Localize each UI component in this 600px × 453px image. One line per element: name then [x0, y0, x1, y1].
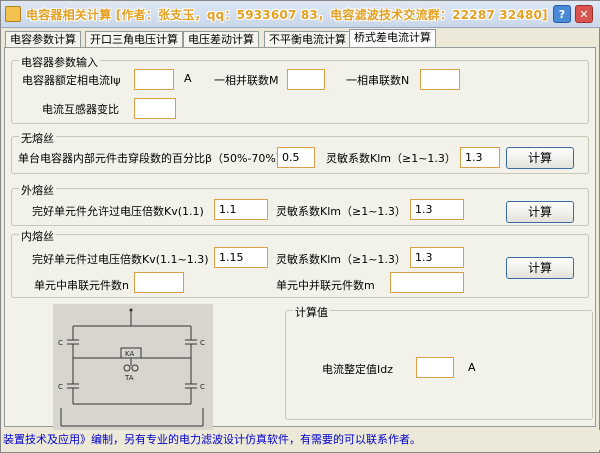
no-fuse-group: 无熔丝 单台电容器内部元件击穿段数的百分比β（50%-70%） 灵敏系数Klm（…	[11, 130, 589, 174]
internal-fuse-title: 内熔丝	[19, 228, 56, 244]
tab-voltage-differential[interactable]: 电压差动计算	[183, 31, 259, 47]
ct-ratio-input[interactable]	[134, 98, 176, 119]
external-kv-label: 完好单元件允许过电压倍数Kv(1.1)	[32, 205, 204, 218]
idz-output[interactable]	[416, 357, 454, 378]
breakdown-percent-label: 单台电容器内部元件击穿段数的百分比β（50%-70%）	[18, 152, 287, 165]
title-bar[interactable]: 电容器相关计算 [作者：张支玉，qq：5933607 83，电容滤波技术交流群：…	[1, 1, 600, 28]
internal-fuse-group: 内熔丝 完好单元件过电压倍数Kv(1.1~1.3) 灵敏系数Klm（≥1~1.3…	[11, 228, 589, 298]
series-count-label: 一相串联数N	[346, 74, 410, 87]
capacitor-label-top-left: C	[58, 339, 63, 347]
parallel-elements-label: 单元中并联元件数m	[276, 279, 375, 292]
ct-ratio-label: 电流互感器变比	[42, 103, 119, 116]
capacitor-label-bottom-left: C	[58, 383, 63, 391]
internal-fuse-calculate-button[interactable]: 计算	[506, 257, 574, 279]
main-window: 电容器相关计算 [作者：张支玉，qq：5933607 83，电容滤波技术交流群：…	[0, 0, 600, 453]
series-elements-input[interactable]	[134, 272, 184, 293]
circuit-drawing: KA TA C C C C	[58, 308, 205, 427]
internal-sensitivity-input[interactable]	[410, 247, 464, 268]
close-icon: ✕	[579, 8, 589, 21]
idz-unit: A	[468, 361, 476, 374]
tab-bridge-differential-current[interactable]: 桥式差电流计算	[349, 29, 436, 47]
question-icon: ?	[558, 8, 566, 21]
breakdown-percent-input[interactable]	[277, 147, 315, 168]
external-fuse-title: 外熔丝	[19, 182, 56, 198]
tab-open-delta-voltage[interactable]: 开口三角电压计算	[85, 31, 183, 47]
tab-unbalanced-current[interactable]: 不平衡电流计算	[264, 31, 351, 47]
no-fuse-sensitivity-input[interactable]	[460, 147, 500, 168]
capacitor-params-group: 电容器参数输入 电容器额定相电流Iψ A 一相并联数M 一相串联数N 电流互感器…	[11, 54, 589, 124]
capacitor-label-top-right: C	[200, 339, 205, 347]
rated-current-label: 电容器额定相电流Iψ	[22, 74, 121, 87]
ka-label: KA	[125, 350, 134, 358]
series-elements-label: 单元中串联元件数n	[34, 279, 129, 292]
parallel-elements-input[interactable]	[390, 272, 464, 293]
external-fuse-calculate-button[interactable]: 计算	[506, 201, 574, 223]
rated-current-unit: A	[184, 72, 192, 85]
internal-kv-input[interactable]	[214, 247, 268, 268]
capacitor-label-bottom-right: C	[200, 383, 205, 391]
window-title: 电容器相关计算 [作者：张支玉，qq：5933607 83，电容滤波技术交流群：…	[26, 8, 548, 22]
tab-panel: 电容器参数输入 电容器额定相电流Iψ A 一相并联数M 一相串联数N 电流互感器…	[4, 47, 596, 430]
tab-capacitor-params[interactable]: 电容参数计算	[5, 31, 81, 47]
internal-kv-label: 完好单元件过电压倍数Kv(1.1~1.3)	[32, 253, 209, 266]
capacitor-params-title: 电容器参数输入	[19, 54, 100, 70]
no-fuse-sensitivity-label: 灵敏系数Klm（≥1~1.3）	[326, 152, 456, 165]
parallel-count-input[interactable]	[287, 69, 325, 90]
idz-label: 电流整定值Idz	[322, 363, 394, 376]
external-sensitivity-input[interactable]	[410, 199, 464, 220]
external-sensitivity-label: 灵敏系数Klm（≥1~1.3）	[276, 205, 406, 218]
close-button[interactable]: ✕	[575, 5, 593, 23]
rated-current-input[interactable]	[134, 69, 174, 90]
external-fuse-group: 外熔丝 完好单元件允许过电压倍数Kv(1.1) 灵敏系数Klm（≥1~1.3） …	[11, 182, 589, 226]
external-kv-input[interactable]	[214, 199, 268, 220]
bridge-circuit-diagram: KA TA C C C C	[53, 304, 213, 430]
result-group: 计算值 电流整定值Idz A	[285, 304, 593, 420]
series-count-input[interactable]	[420, 69, 460, 90]
internal-sensitivity-label: 灵敏系数Klm（≥1~1.3）	[276, 253, 406, 266]
no-fuse-title: 无熔丝	[19, 130, 56, 146]
result-title: 计算值	[293, 304, 330, 320]
top-node	[129, 308, 133, 312]
status-bar: 装置技术及应用》编制，另有专业的电力滤波设计仿真软件，有需要的可以联系作者。	[1, 430, 600, 450]
app-icon	[5, 6, 21, 22]
help-button[interactable]: ?	[553, 5, 571, 23]
ta-label: TA	[124, 374, 134, 382]
parallel-count-label: 一相并联数M	[214, 74, 279, 87]
no-fuse-calculate-button[interactable]: 计算	[506, 147, 574, 169]
